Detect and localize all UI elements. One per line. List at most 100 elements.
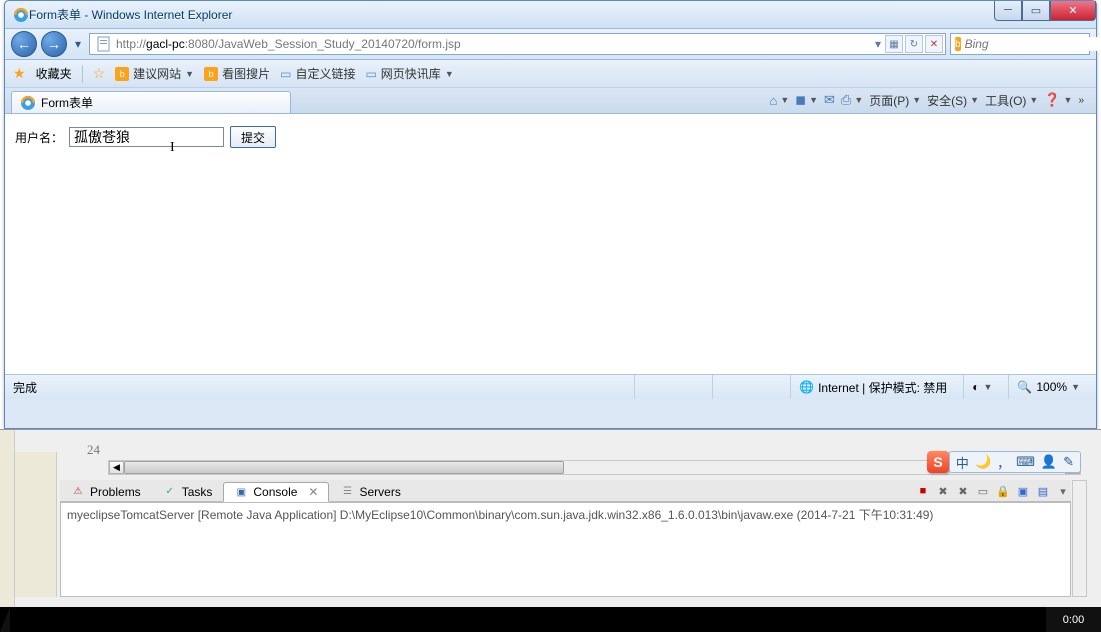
ime-moon-icon[interactable]: 🌙	[975, 454, 991, 470]
refresh-icon[interactable]: ↻	[905, 35, 923, 53]
forward-button[interactable]: →	[41, 31, 67, 57]
tab-console[interactable]: ▣Console✕	[223, 482, 329, 502]
ime-badge[interactable]: S	[927, 451, 949, 473]
window-title: Form表单 - Windows Internet Explorer	[29, 6, 994, 23]
fav-custom-links[interactable]: ▭自定义链接	[280, 65, 355, 82]
tab-strip: Form表单 ⌂▼ ◼▼ ✉ ⎙▼ 页面(P)▼ 安全(S)▼ 工具(O)▼ ❓…	[5, 88, 1096, 114]
ime-keyboard-icon[interactable]: ⌨	[1016, 454, 1035, 470]
maximize-button[interactable]: ▭	[1022, 1, 1050, 21]
safety-menu[interactable]: 安全(S)▼	[927, 92, 979, 109]
rss-icon: ◼	[795, 92, 806, 108]
fav-web-slices[interactable]: ▭网页快讯库▼	[365, 65, 453, 82]
scroll-left-icon[interactable]: ◀	[109, 461, 124, 474]
ime-cn-icon[interactable]: 中	[956, 453, 969, 472]
command-bar: ⌂▼ ◼▼ ✉ ⎙▼ 页面(P)▼ 安全(S)▼ 工具(O)▼ ❓▼ »	[770, 87, 1091, 113]
bing-icon: b	[204, 67, 218, 81]
dropdown-icon: ▼	[445, 69, 454, 79]
scroll-track[interactable]	[124, 461, 1065, 474]
tab-title: Form表单	[41, 94, 93, 111]
ie-icon	[20, 95, 36, 111]
expand-icon[interactable]: »	[1078, 95, 1084, 106]
tab-tasks[interactable]: ✓Tasks	[152, 481, 224, 501]
tools-menu[interactable]: 工具(O)▼	[985, 92, 1038, 109]
remove-all-icon[interactable]: ✖	[955, 483, 971, 499]
close-icon[interactable]: ✕	[308, 485, 318, 499]
home-icon: ⌂	[770, 93, 778, 108]
tasks-icon: ✓	[163, 485, 177, 499]
username-input[interactable]	[69, 127, 224, 147]
display-console-icon[interactable]: ▤	[1035, 483, 1051, 499]
status-cell	[634, 375, 704, 399]
favorites-bar: ★ 收藏夹 ☆ b建议网站▼ b看图搜片 ▭自定义链接 ▭网页快讯库▼	[5, 60, 1096, 88]
servers-icon: ☰	[340, 485, 354, 499]
window-buttons: ─ ▭ ✕	[994, 1, 1096, 21]
scroll-lock-icon[interactable]: 🔒	[995, 483, 1011, 499]
taskbar[interactable]: 0:00	[0, 607, 1101, 632]
help-icon: ❓	[1044, 92, 1060, 108]
help-button[interactable]: ❓▼	[1044, 92, 1072, 108]
ime-punct-icon[interactable]: ，	[997, 453, 1010, 472]
favorites-star-icon[interactable]: ★	[13, 65, 26, 82]
terminate-icon[interactable]: ■	[915, 483, 931, 499]
search-input[interactable]	[965, 37, 1101, 51]
console-output[interactable]: myeclipseTomcatServer [Remote Java Appli…	[60, 502, 1071, 597]
fav-image-search[interactable]: b看图搜片	[204, 65, 270, 82]
console-line: myeclipseTomcatServer [Remote Java Appli…	[67, 508, 933, 522]
ime-settings-icon[interactable]: ✎	[1063, 454, 1074, 470]
page-menu[interactable]: 页面(P)▼	[869, 92, 921, 109]
nav-history-dropdown[interactable]: ▾	[71, 37, 85, 51]
close-button[interactable]: ✕	[1050, 1, 1096, 21]
ime-user-icon[interactable]: 👤	[1041, 454, 1057, 470]
page-icon	[96, 36, 112, 52]
mail-button[interactable]: ✉	[824, 92, 835, 108]
remove-launch-icon[interactable]: ✖	[935, 483, 951, 499]
submit-button[interactable]: 提交	[230, 126, 276, 148]
mail-icon: ✉	[824, 92, 835, 108]
favorites-label[interactable]: 收藏夹	[36, 65, 72, 82]
feeds-button[interactable]: ◼▼	[795, 92, 818, 108]
tab-problems[interactable]: ⚠Problems	[60, 481, 152, 501]
print-button[interactable]: ⎙▼	[841, 92, 863, 108]
clear-console-icon[interactable]: ▭	[975, 483, 991, 499]
url-actions: ▦ ↻ ✕	[885, 35, 943, 53]
shield-icon: ◐	[972, 380, 979, 394]
console-toolbar: ■ ✖ ✖ ▭ 🔒 ▣ ▤ ▾	[915, 480, 1071, 502]
zone-info[interactable]: 🌐Internet | 保护模式: 禁用	[790, 375, 955, 399]
pin-console-icon[interactable]: ▣	[1015, 483, 1031, 499]
minimize-button[interactable]: ─	[994, 1, 1022, 21]
back-button[interactable]: ←	[11, 31, 37, 57]
search-box[interactable]: b ▾	[950, 33, 1090, 55]
ide-vertical-scrollbar[interactable]	[1072, 480, 1087, 597]
protected-mode-toggle[interactable]: ◐▼	[963, 375, 1000, 399]
print-icon: ⎙	[841, 92, 851, 108]
open-console-icon[interactable]: ▾	[1055, 483, 1071, 499]
add-favorite-icon[interactable]: ☆	[93, 65, 106, 82]
form-row: 用户名： I 提交	[15, 126, 1086, 148]
address-bar[interactable]: http://gacl-pc:8080/JavaWeb_Session_Stud…	[89, 33, 946, 55]
url-dropdown-icon[interactable]: ▾	[871, 37, 885, 51]
stop-icon[interactable]: ✕	[925, 35, 943, 53]
separator	[82, 65, 83, 83]
zoom-control[interactable]: 🔍100%▼	[1008, 375, 1088, 399]
page-icon: ▭	[280, 67, 291, 81]
fav-suggest-sites[interactable]: b建议网站▼	[115, 65, 194, 82]
bing-icon: b	[955, 37, 961, 51]
status-cell	[712, 375, 782, 399]
ime-toolbar[interactable]: 中 🌙 ， ⌨ 👤 ✎	[949, 451, 1081, 473]
tab-servers[interactable]: ☰Servers	[329, 481, 411, 501]
titlebar[interactable]: Form表单 - Windows Internet Explorer ─ ▭ ✕	[5, 1, 1096, 29]
tab-form[interactable]: Form表单	[11, 91, 291, 113]
bing-icon: b	[115, 67, 129, 81]
page-content: 用户名： I 提交	[5, 114, 1096, 375]
rss-icon: ▭	[365, 67, 376, 81]
dropdown-icon: ▼	[185, 69, 194, 79]
home-button[interactable]: ⌂▼	[770, 93, 790, 108]
ide-left-gutter	[0, 430, 15, 607]
editor-line-number: 24	[60, 442, 100, 458]
problems-icon: ⚠	[71, 485, 85, 499]
status-bar: 完成 🌐Internet | 保护模式: 禁用 ◐▼ 🔍100%▼	[5, 375, 1096, 399]
compat-view-icon[interactable]: ▦	[885, 35, 903, 53]
taskbar-clock[interactable]: 0:00	[1046, 607, 1101, 632]
scroll-thumb[interactable]	[124, 461, 564, 474]
nav-toolbar: ← → ▾ http://gacl-pc:8080/JavaWeb_Sessio…	[5, 29, 1096, 60]
